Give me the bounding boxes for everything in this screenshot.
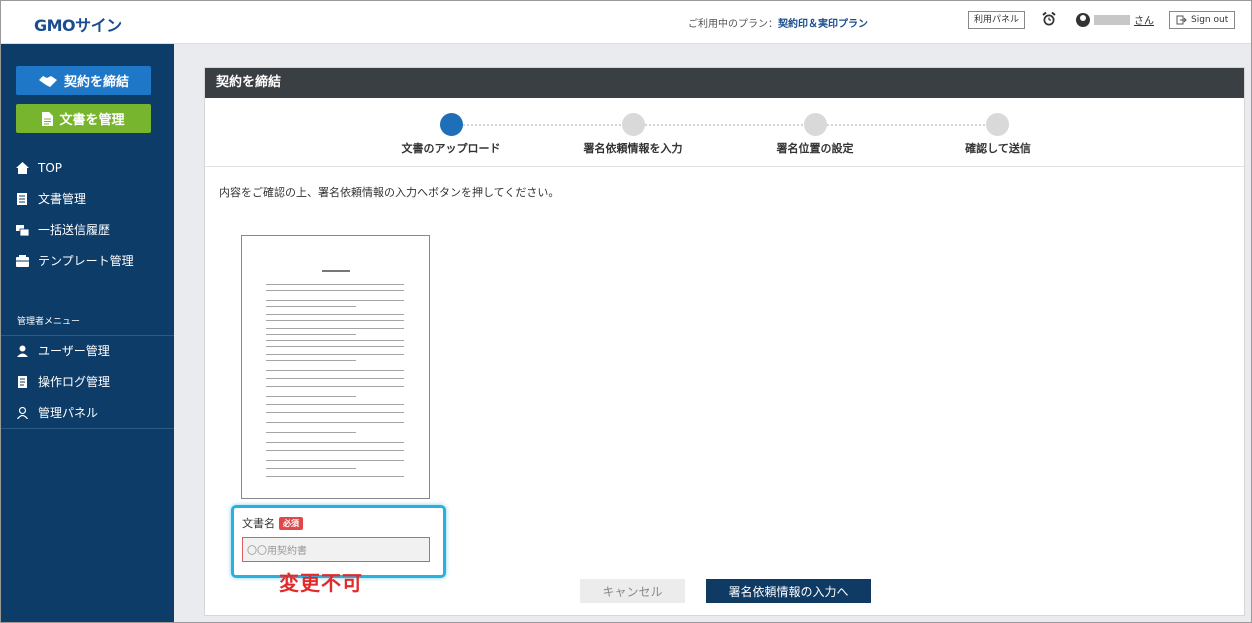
bulk-send-icon [16, 224, 29, 236]
step-3-label: 署名位置の設定 [776, 142, 854, 155]
doc-text-line [266, 422, 404, 423]
logo[interactable]: GMOサイン [34, 12, 122, 36]
next-button[interactable]: 署名依頼情報の入力へ [706, 579, 871, 603]
doc-text-line [266, 378, 404, 379]
user-icon [1076, 12, 1090, 27]
manage-docs-label: 文書を管理 [59, 113, 125, 128]
document-list-icon [17, 192, 27, 205]
document-icon [42, 111, 54, 126]
step-1-dot [440, 113, 463, 136]
doc-text-line [266, 396, 356, 397]
doc-name-label: 文書名 必須 [242, 515, 303, 531]
sidebar: 契約を締結 文書を管理 TOP 文書管理 一括送信履歴 テンプレート管理 管理者… [0, 44, 174, 623]
sign-out-icon [1176, 15, 1187, 25]
doc-text-line [266, 340, 404, 341]
log-icon [18, 375, 27, 388]
main-nav: TOP 文書管理 一括送信履歴 テンプレート管理 [0, 152, 174, 276]
doc-text-line [266, 476, 404, 477]
doc-text-line [266, 320, 404, 321]
doc-name-input[interactable] [242, 537, 430, 562]
contract-card: 契約を締結 文書のアップロード 署名依頼情報を入力 署名位置の設定 確認して送信… [204, 67, 1245, 616]
doc-text-line [266, 290, 404, 291]
cancel-button[interactable]: キャンセル [580, 579, 685, 603]
plan-name: 契約印＆実印プラン [778, 19, 868, 30]
admin-panel-icon [17, 406, 28, 419]
home-icon [16, 161, 29, 174]
plan-info: ご利用中のプラン：契約印＆実印プラン [688, 15, 868, 30]
sidebar-item-label: ユーザー管理 [38, 344, 110, 358]
doc-text-line [266, 300, 404, 301]
manage-docs-button[interactable]: 文書を管理 [16, 104, 151, 133]
user-suffix[interactable]: さん [1134, 12, 1154, 27]
doc-text-line [266, 334, 356, 335]
sidebar-item-bulk-history[interactable]: 一括送信履歴 [0, 214, 174, 245]
usage-panel-button[interactable]: 利用パネル [968, 11, 1026, 29]
doc-text-line [266, 412, 404, 413]
admin-menu-title: 管理者メニュー [17, 317, 81, 327]
sidebar-item-label: 操作ログ管理 [38, 375, 111, 389]
sidebar-item-users[interactable]: ユーザー管理 [0, 335, 174, 366]
doc-text-line [266, 450, 404, 451]
page-title: 契約を締結 [205, 68, 1244, 98]
step-4-dot [986, 113, 1009, 136]
doc-text-line [266, 314, 404, 315]
doc-name-label-text: 文書名 [242, 517, 275, 530]
sidebar-item-admin-panel[interactable]: 管理パネル [0, 397, 174, 428]
step-4-label: 確認して送信 [965, 142, 1031, 155]
admin-nav: ユーザー管理 操作ログ管理 管理パネル [0, 335, 174, 428]
sidebar-item-templates[interactable]: テンプレート管理 [0, 245, 174, 276]
sidebar-item-documents[interactable]: 文書管理 [0, 183, 174, 214]
sign-out-button[interactable]: Sign out [1169, 11, 1236, 29]
doc-text-line [266, 404, 404, 405]
progress-steps [205, 98, 1244, 167]
doc-text-line [266, 468, 356, 469]
doc-text-line [266, 346, 404, 347]
username-blurred [1094, 14, 1130, 25]
sidebar-item-top[interactable]: TOP [0, 152, 174, 183]
document-preview[interactable] [241, 235, 430, 499]
handshake-icon [38, 75, 57, 87]
doc-text-line [266, 284, 404, 285]
step-3-dot [804, 113, 827, 136]
sidebar-item-logs[interactable]: 操作ログ管理 [0, 366, 174, 397]
step-1-label: 文書のアップロード [401, 142, 501, 155]
sidebar-item-label: 管理パネル [38, 406, 99, 420]
sidebar-item-label: TOP [38, 160, 63, 175]
plan-prefix: ご利用中のプラン： [688, 19, 778, 30]
contract-button-label: 契約を締結 [63, 75, 129, 90]
sign-out-label: Sign out [1191, 15, 1229, 25]
doc-text-line [266, 432, 356, 433]
doc-text-line [266, 306, 356, 307]
step-connector [463, 124, 645, 126]
user-menu[interactable]: さん [1076, 12, 1154, 27]
required-badge: 必須 [279, 516, 303, 530]
step-2-label: 署名依頼情報を入力 [583, 142, 683, 155]
template-icon [16, 254, 29, 267]
sidebar-divider [0, 428, 174, 429]
sidebar-item-label: 文書管理 [38, 192, 87, 206]
doc-text-line [266, 360, 356, 361]
user-icon [17, 345, 28, 357]
doc-title-line [322, 270, 350, 272]
alarm-clock-icon[interactable] [1041, 11, 1057, 27]
doc-text-line [266, 354, 404, 355]
step-2-dot [622, 113, 645, 136]
doc-text-line [266, 442, 404, 443]
annotation-text: 変更不可 [279, 571, 363, 595]
doc-text-line [266, 386, 404, 387]
doc-text-line [266, 328, 404, 329]
doc-text-line [266, 460, 404, 461]
top-bar: GMOサイン ご利用中のプラン：契約印＆実印プラン 利用パネル さん Sign … [0, 0, 1252, 44]
step-connector [827, 124, 1009, 126]
sidebar-item-label: テンプレート管理 [38, 254, 134, 268]
contract-button[interactable]: 契約を締結 [16, 66, 151, 95]
sidebar-item-label: 一括送信履歴 [38, 223, 111, 237]
doc-text-line [266, 370, 404, 371]
step-connector [645, 124, 827, 126]
instruction-text: 内容をご確認の上、署名依頼情報の入力へボタンを押してください。 [219, 186, 560, 199]
